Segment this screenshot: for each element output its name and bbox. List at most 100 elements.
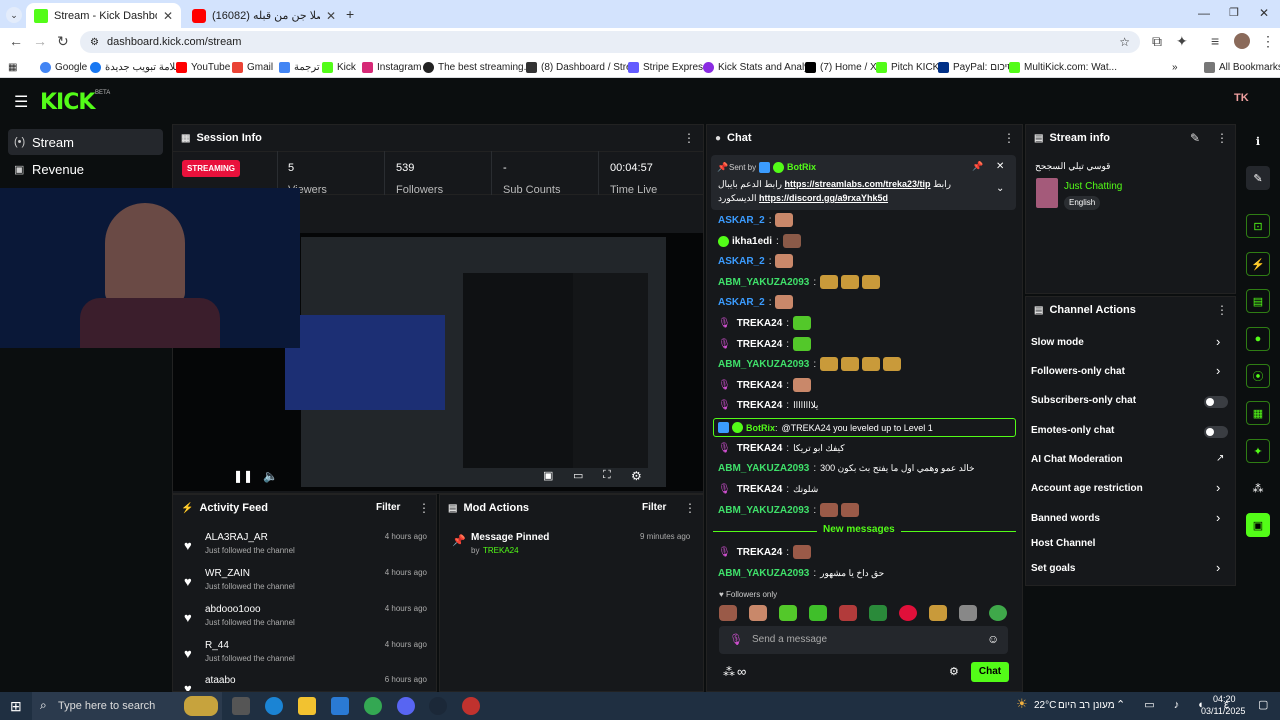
emote-button[interactable]	[809, 605, 827, 621]
menu-icon[interactable]: ⋮	[1261, 33, 1275, 50]
puzzle-icon[interactable]: ✦	[1176, 33, 1188, 50]
emote-button[interactable]	[839, 605, 857, 621]
bookmark-translate[interactable]: ترجمة	[279, 59, 320, 75]
url-input[interactable]: ⚙ dashboard.kick.com/stream ☆	[80, 31, 1140, 53]
profile-avatar[interactable]	[1234, 33, 1250, 49]
pause-icon[interactable]: ❚❚	[233, 469, 253, 483]
wrench-icon[interactable]: ✦	[1246, 439, 1270, 463]
media-icon[interactable]: ≡	[1211, 33, 1219, 49]
obs-icon[interactable]	[462, 697, 480, 715]
bookmark-dashboard[interactable]: (8) Dashboard / Stre...	[526, 59, 640, 75]
close-window-icon[interactable]: ✕	[1259, 6, 1269, 20]
bookmark-multikick[interactable]: MultiKick.com: Wat...	[1009, 59, 1117, 75]
emote-button[interactable]	[779, 605, 797, 621]
windows-start-icon[interactable]: ⊞	[10, 698, 22, 715]
chat-send-button[interactable]: Chat	[971, 662, 1009, 682]
all-bookmarks[interactable]: All Bookmarks	[1204, 59, 1280, 75]
bookmark-youtube[interactable]: YouTube	[176, 59, 230, 75]
category-thumbnail[interactable]	[1036, 178, 1058, 208]
bookmark-pitch-kick[interactable]: Pitch KICK	[876, 59, 939, 75]
chevron-right-icon[interactable]: ›	[1216, 363, 1220, 378]
site-info-icon[interactable]: ⚙	[90, 37, 99, 48]
chevron-right-icon[interactable]: ›	[1216, 510, 1220, 525]
clipboard-icon[interactable]: ▤	[1246, 289, 1270, 313]
activity-filter-button[interactable]: Filter	[376, 502, 400, 513]
kick-logo[interactable]: KICK	[40, 90, 95, 115]
action-slow-mode[interactable]: Slow mode	[1031, 337, 1084, 348]
action-followers-only[interactable]: Followers-only chat	[1031, 366, 1125, 377]
bookmark-streaming[interactable]: The best streaming...	[423, 59, 532, 75]
apps-icon[interactable]: ▦	[8, 59, 17, 75]
more-bookmarks-icon[interactable]: »	[1172, 59, 1178, 75]
external-link-icon[interactable]: ↗	[1216, 453, 1224, 464]
layers-icon[interactable]: ▦	[1246, 401, 1270, 425]
reload-icon[interactable]: ↻	[57, 33, 69, 50]
action-ai-moderation[interactable]: AI Chat Moderation	[1031, 454, 1123, 465]
edge-icon[interactable]	[265, 697, 283, 715]
bookmark-gmail[interactable]: Gmail	[232, 59, 273, 75]
fullscreen-icon[interactable]: ⛶	[603, 469, 611, 482]
chat-bubble-icon[interactable]: ●	[1246, 327, 1270, 351]
emote-button[interactable]	[899, 605, 917, 621]
task-view-icon[interactable]	[232, 697, 250, 715]
activity-more-icon[interactable]: ⋮	[418, 501, 430, 515]
edit-icon[interactable]: ✎	[1246, 166, 1270, 190]
action-account-age[interactable]: Account age restriction	[1031, 483, 1143, 494]
bookmark-new-tab[interactable]: علامة تبويب جديدة	[90, 59, 181, 75]
new-tab-icon[interactable]: +	[346, 6, 354, 22]
pip-icon[interactable]: ▣	[543, 469, 553, 482]
action-banned-words[interactable]: Banned words	[1031, 513, 1100, 524]
back-icon[interactable]: ←	[9, 33, 23, 49]
expand-pinned-icon[interactable]: ⌄	[996, 183, 1004, 194]
close-tab-icon[interactable]: ✕	[163, 9, 173, 23]
forward-icon[interactable]: →	[33, 33, 47, 49]
restore-icon[interactable]: ❐	[1229, 6, 1239, 19]
emote-picker-icon[interactable]: ⁂	[723, 665, 735, 679]
file-explorer-icon[interactable]	[298, 697, 316, 715]
mod-more-icon[interactable]: ⋮	[684, 501, 696, 515]
emoji-icon[interactable]: ☺	[987, 632, 999, 646]
new-messages-divider[interactable]: New messages	[713, 524, 1016, 538]
bookmark-google[interactable]: Google	[40, 59, 87, 75]
sidebar-item-stream[interactable]: (•) Stream	[8, 129, 163, 155]
emotes-only-toggle[interactable]	[1204, 426, 1228, 438]
stream-info-more-icon[interactable]: ⋮	[1216, 131, 1228, 145]
emote-button[interactable]	[719, 605, 737, 621]
minimize-icon[interactable]: —	[1198, 6, 1210, 20]
lightning-icon[interactable]: ⚡	[1246, 252, 1270, 276]
crop-icon[interactable]: ⊡	[1246, 214, 1270, 238]
tab-kick-dashboard[interactable]: Stream - Kick Dashboard ✕	[26, 3, 181, 28]
sidebar-item-revenue[interactable]: ▣ Revenue	[8, 156, 163, 182]
steam-icon[interactable]	[429, 697, 447, 715]
emote-button[interactable]	[749, 605, 767, 621]
bookmark-instagram[interactable]: Instagram	[362, 59, 421, 75]
user-avatar[interactable]: TK	[1234, 92, 1249, 104]
action-emotes-only[interactable]: Emotes-only chat	[1031, 425, 1114, 436]
emote-button[interactable]	[869, 605, 887, 621]
clapper-icon[interactable]: ▣	[1246, 513, 1270, 537]
taskbar-search-input[interactable]: ⌕ Type here to search	[32, 692, 222, 720]
emote-button[interactable]	[929, 605, 947, 621]
discord-icon[interactable]	[397, 697, 415, 715]
bookmark-paypal[interactable]: PayPal: סיכום	[938, 59, 1014, 75]
mail-icon[interactable]	[331, 697, 349, 715]
hamburger-menu-icon[interactable]: ☰	[14, 92, 28, 112]
chat-settings-icon[interactable]: ⚙	[949, 665, 959, 678]
emote-button[interactable]	[989, 605, 1007, 621]
help-icon[interactable]: ℹ	[1246, 129, 1270, 153]
bookmark-x[interactable]: (7) Home / X	[805, 59, 877, 75]
theater-icon[interactable]: ▭	[573, 469, 583, 482]
chat-more-icon[interactable]: ⋮	[1003, 131, 1015, 145]
chevron-right-icon[interactable]: ›	[1216, 480, 1220, 495]
volume-icon[interactable]: 🔈	[263, 469, 278, 483]
session-more-icon[interactable]: ⋮	[683, 131, 695, 145]
people-icon[interactable]: ⁂	[1246, 476, 1270, 500]
close-pinned-icon[interactable]: ✕	[996, 161, 1004, 172]
chrome-icon[interactable]	[364, 697, 382, 715]
mod-filter-button[interactable]: Filter	[642, 502, 666, 513]
emote-button[interactable]	[959, 605, 977, 621]
tab-youtube[interactable]: (16082) اغنية انا اصلا جن من قبله... ✕	[184, 3, 344, 28]
extension-icon[interactable]: ⧉	[1152, 33, 1162, 50]
bookmark-star-icon[interactable]: ☆	[1119, 35, 1130, 49]
broadcast-icon[interactable]: ⦿	[1246, 364, 1270, 388]
